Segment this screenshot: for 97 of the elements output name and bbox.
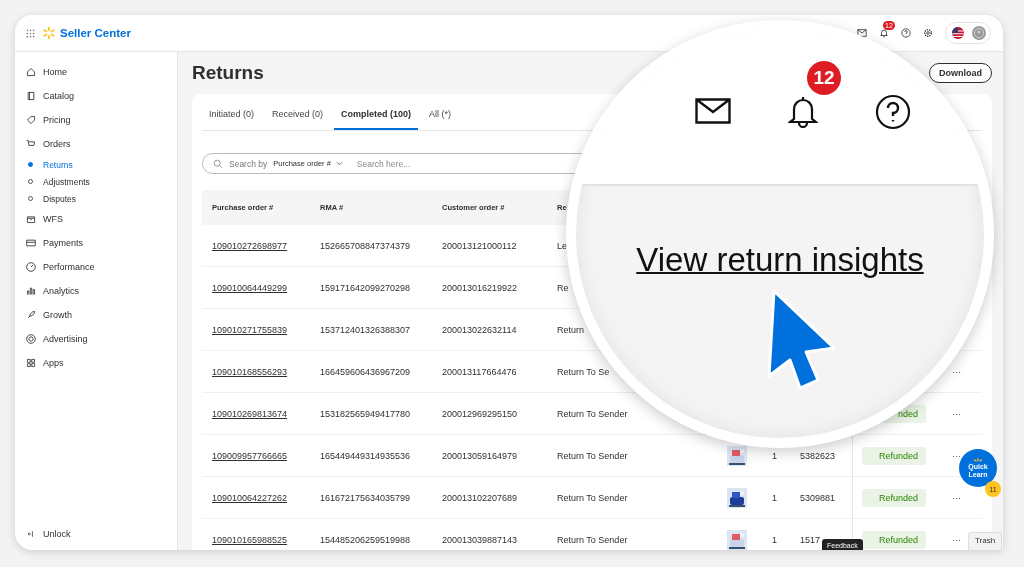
trash-tab[interactable]: Trash <box>968 532 1003 550</box>
bar-chart-icon <box>26 286 36 296</box>
home-icon <box>26 67 36 77</box>
nav-item[interactable]: Payments <box>26 231 84 255</box>
table-cell: 152665708847374379 <box>320 240 411 251</box>
account-switcher[interactable] <box>945 22 991 44</box>
nav-item[interactable]: Apps <box>26 351 64 375</box>
table-cell: 5382623 <box>800 450 836 461</box>
tab[interactable]: Completed (100) <box>334 94 419 130</box>
nav-subitem[interactable]: Returns <box>28 156 73 173</box>
bell-icon <box>788 94 818 128</box>
help-icon[interactable] <box>901 28 911 38</box>
card-icon <box>26 238 36 248</box>
search-label: Search by <box>229 158 268 169</box>
notification-badge: 12 <box>807 61 841 95</box>
nav-subitem[interactable]: Adjustments <box>28 173 90 190</box>
tag-icon <box>26 115 36 125</box>
nav-item[interactable]: Pricing <box>26 108 71 132</box>
search-icon <box>213 158 223 169</box>
purchase-order-link[interactable]: 109010168556293 <box>212 366 288 377</box>
book-icon <box>26 91 36 101</box>
status-badge: Refunded <box>862 530 926 549</box>
nav-item[interactable]: Performance <box>26 255 95 279</box>
spark-icon <box>972 457 984 463</box>
gauge-icon <box>26 262 36 272</box>
box-icon <box>26 214 36 224</box>
rocket-icon <box>26 310 36 320</box>
help-icon <box>875 94 911 130</box>
purchase-order-link[interactable]: 109009957766665 <box>212 450 288 461</box>
table-cell: 153712401326388307 <box>320 324 411 335</box>
purchase-order-link[interactable]: 109010064227262 <box>212 492 288 503</box>
table-cell: 200013102207689 <box>442 492 518 503</box>
unlock-item[interactable]: Unlock <box>26 524 71 544</box>
purchase-order-link[interactable]: 109010064449299 <box>212 282 288 293</box>
nav-item[interactable]: Orders <box>26 132 71 156</box>
status-badge: Refunded <box>862 488 926 507</box>
table-cell: 153182565949417780 <box>320 408 411 419</box>
table-cell: 200013121000112 <box>442 240 517 251</box>
nav-subitem[interactable]: Disputes <box>28 190 77 207</box>
tab[interactable]: Initiated (0) <box>202 94 262 130</box>
table-cell: 200013039887143 <box>442 534 518 545</box>
more-actions-button[interactable]: ··· <box>952 534 961 545</box>
nav-item[interactable]: Home <box>26 60 67 84</box>
tab[interactable]: Received (0) <box>265 94 331 130</box>
table-cell: Return To Sender <box>557 534 628 545</box>
table-cell: 200012969295150 <box>442 408 518 419</box>
table-cell: 159171642099270298 <box>320 282 411 293</box>
bell-icon[interactable] <box>879 28 889 38</box>
purchase-order-link[interactable]: 109010269813674 <box>212 408 288 419</box>
nav-item[interactable]: WFS <box>26 207 63 231</box>
table-cell: 165449449314935536 <box>320 450 411 461</box>
brand-name: Seller Center <box>60 27 131 39</box>
spark-logo-icon <box>42 26 56 40</box>
table-cell: Return To Se <box>557 366 610 377</box>
table-cell: 200013059164979 <box>442 450 518 461</box>
tab[interactable]: All (*) <box>422 94 459 130</box>
table-cell: 5309881 <box>800 492 836 503</box>
avatar-icon <box>972 26 986 40</box>
download-button[interactable]: Download <box>929 63 992 83</box>
table-cell: 1 <box>772 492 777 503</box>
flag-icon <box>952 27 964 39</box>
page-title: Returns <box>192 62 264 84</box>
table-cell: 200013022632114 <box>442 324 517 335</box>
table-cell: 200013117664476 <box>442 366 517 377</box>
view-insights-link[interactable]: View return insights <box>636 241 924 281</box>
table-cell: Return <box>557 324 584 335</box>
grid-icon <box>26 358 36 368</box>
table-cell: Return To Sender <box>557 492 628 503</box>
more-actions-button[interactable]: ··· <box>952 450 961 461</box>
settings-icon[interactable] <box>923 28 933 38</box>
nav-item[interactable]: Analytics <box>26 279 79 303</box>
table-cell: 1517 <box>800 534 821 545</box>
purchase-order-link[interactable]: 109010272698977 <box>212 240 288 251</box>
mail-icon <box>695 98 731 124</box>
table-cell: 1 <box>772 534 777 545</box>
table-cell: 161672175634035799 <box>320 492 411 503</box>
collapse-icon <box>26 529 36 539</box>
table-cell: Re <box>557 282 569 293</box>
table-cell: 166459606436967209 <box>320 366 411 377</box>
apps-grid-icon[interactable] <box>26 28 35 38</box>
table-cell: Return To Sender <box>557 450 628 461</box>
table-cell: Return To Sender <box>557 408 628 419</box>
cart-icon <box>26 139 36 149</box>
table-cell: Le <box>557 240 567 251</box>
nav-item[interactable]: Growth <box>26 303 72 327</box>
table-cell: 1 <box>772 450 777 461</box>
nav-item[interactable]: Catalog <box>26 84 75 108</box>
caret-icon <box>335 161 343 166</box>
table-cell: 154485206259519988 <box>320 534 411 545</box>
pointer-cursor-icon <box>766 288 838 390</box>
target-icon <box>26 334 36 344</box>
purchase-order-link[interactable]: 109010271755839 <box>212 324 288 335</box>
nav-item[interactable]: Advertising <box>26 327 88 351</box>
status-badge: Refunded <box>862 446 926 465</box>
table-cell: 200013016219922 <box>442 282 518 293</box>
more-actions-button[interactable]: ··· <box>952 492 961 503</box>
purchase-order-link[interactable]: 109010165988525 <box>212 534 288 545</box>
